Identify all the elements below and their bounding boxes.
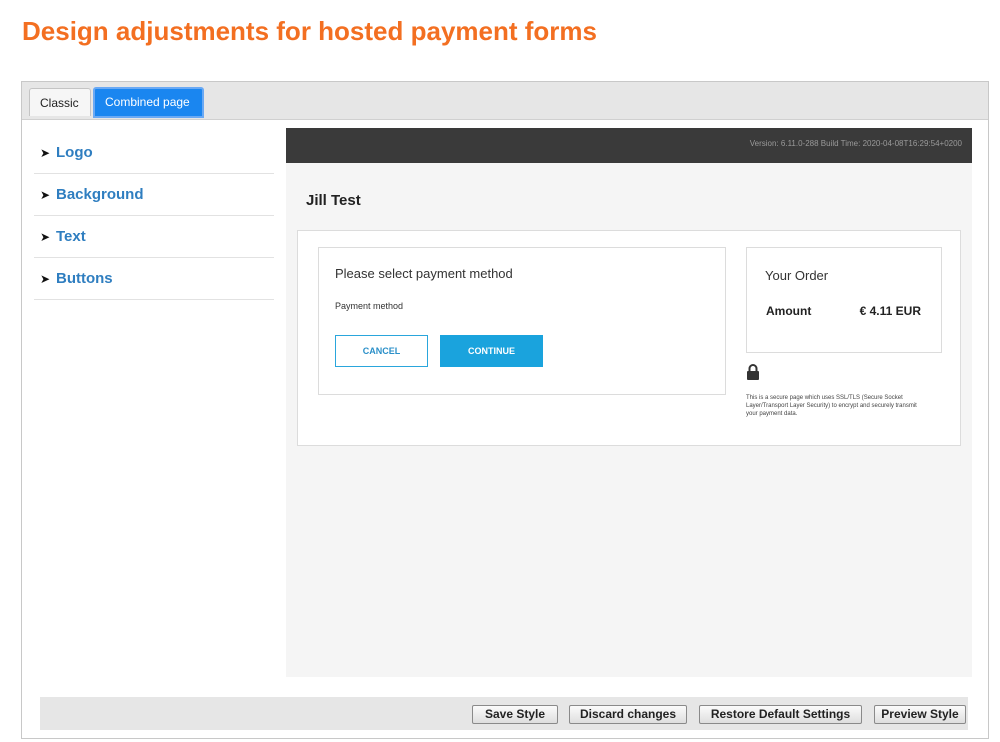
payment-method-box: Please select payment method Payment met… (318, 247, 726, 395)
secure-page-notice: This is a secure page which uses SSL/TLS… (746, 395, 917, 417)
sidebar-item-label: Buttons (56, 270, 113, 287)
sidebar-item-label: Background (56, 186, 144, 203)
tab-bar: Classic Combined page (22, 82, 988, 120)
payment-card: Please select payment method Payment met… (297, 230, 961, 446)
continue-button[interactable]: CONTINUE (440, 335, 543, 367)
tab-classic[interactable]: Classic (29, 88, 91, 116)
cancel-button[interactable]: CANCEL (335, 335, 428, 367)
action-bar: Save Style Discard changes Restore Defau… (40, 697, 968, 730)
order-summary-box: Your Order Amount € 4.11 EUR (746, 247, 942, 353)
preview-style-button[interactable]: Preview Style (874, 705, 966, 724)
restore-default-settings-button[interactable]: Restore Default Settings (699, 705, 862, 724)
settings-sidebar: ➤ Logo ➤ Background ➤ Text ➤ Buttons (34, 132, 274, 300)
sidebar-item-label: Text (56, 228, 86, 245)
customer-name: Jill Test (306, 192, 361, 209)
version-info: Version: 6.11.0-288 Build Time: 2020-04-… (749, 139, 962, 148)
lock-icon (747, 364, 759, 380)
payment-method-title: Please select payment method (335, 266, 513, 281)
expand-arrow-icon: ➤ (40, 187, 51, 202)
sidebar-item-buttons[interactable]: ➤ Buttons (34, 258, 274, 300)
page-title: Design adjustments for hosted payment fo… (22, 16, 597, 46)
amount-value: € 4.11 EUR (859, 304, 921, 318)
design-editor-panel: Classic Combined page ➤ Logo ➤ Backgroun… (21, 81, 989, 739)
order-title: Your Order (765, 268, 829, 283)
expand-arrow-icon: ➤ (40, 271, 51, 286)
payment-method-label: Payment method (335, 301, 404, 311)
sidebar-item-logo[interactable]: ➤ Logo (34, 132, 274, 174)
sidebar-item-text[interactable]: ➤ Text (34, 216, 274, 258)
discard-changes-button[interactable]: Discard changes (569, 705, 687, 724)
preview-header: Version: 6.11.0-288 Build Time: 2020-04-… (286, 128, 972, 163)
expand-arrow-icon: ➤ (40, 145, 51, 160)
tab-combined-page[interactable]: Combined page (93, 87, 204, 118)
payment-page-preview: Version: 6.11.0-288 Build Time: 2020-04-… (286, 128, 972, 677)
save-style-button[interactable]: Save Style (472, 705, 558, 724)
expand-arrow-icon: ➤ (40, 229, 51, 244)
amount-label: Amount (766, 304, 812, 318)
sidebar-item-label: Logo (56, 144, 93, 161)
sidebar-item-background[interactable]: ➤ Background (34, 174, 274, 216)
